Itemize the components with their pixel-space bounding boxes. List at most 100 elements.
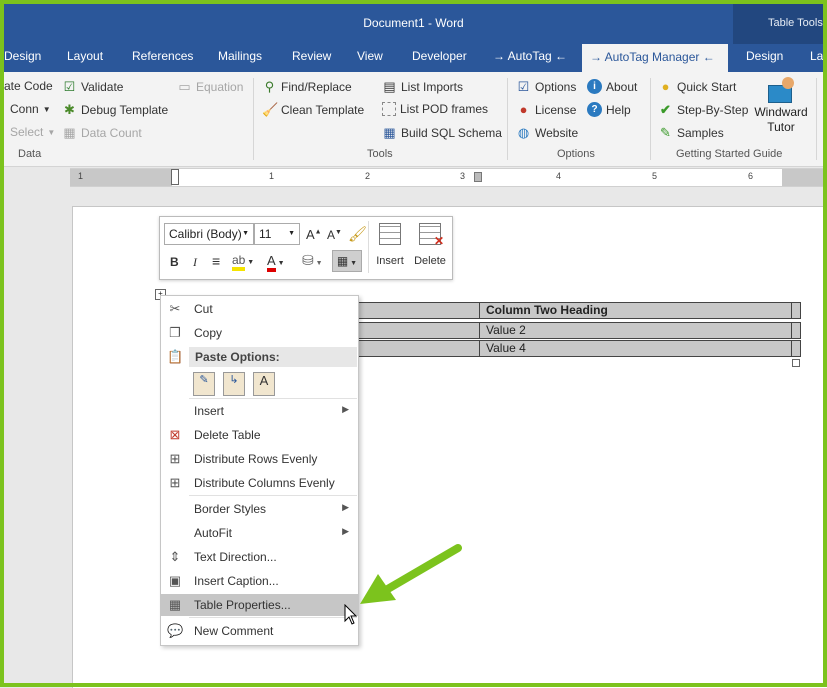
- caption-icon: ▣: [168, 573, 182, 588]
- broom-icon: 🧹: [262, 102, 279, 117]
- website-button[interactable]: ◍ Website: [516, 125, 578, 140]
- select-dropdown[interactable]: Select ▼: [10, 125, 55, 139]
- table-cell[interactable]: [791, 322, 801, 339]
- conn-dropdown[interactable]: Conn ▼: [10, 102, 51, 116]
- samples-button[interactable]: ✎ Samples: [658, 125, 724, 140]
- menu-item-autofit[interactable]: AutoFit ▶: [161, 522, 358, 544]
- delete-table-icon: ⊠: [169, 427, 181, 442]
- paste-keep-formatting-icon[interactable]: ✎: [193, 372, 215, 396]
- annotation-arrow-icon: [360, 544, 462, 604]
- data-count-button[interactable]: ▦ Data Count: [62, 125, 141, 140]
- clean-template-button[interactable]: 🧹 Clean Template: [262, 102, 364, 117]
- shrink-font-icon[interactable]: A▼: [327, 228, 342, 242]
- borders-icon[interactable]: ▦ ▼: [332, 250, 362, 272]
- menu-item-text-direction[interactable]: ⇕ Text Direction...: [161, 546, 358, 568]
- tab-table-design[interactable]: Design: [746, 49, 783, 63]
- table-resize-handle[interactable]: [792, 359, 800, 367]
- tutor-icon: [766, 77, 796, 105]
- windward-tutor-button[interactable]: Windward Tutor: [752, 77, 810, 135]
- indent-marker[interactable]: [171, 169, 179, 185]
- mini-toolbar: Calibri (Body) ▼ 11 ▼ A▲ A▼ 🖌 Insert ✕ Del…: [159, 216, 453, 280]
- clipboard-icon: 📋: [167, 349, 184, 364]
- shading-icon[interactable]: ⛁ ▼: [302, 252, 323, 269]
- table-cell[interactable]: [355, 302, 480, 319]
- find-replace-icon: ⚲: [264, 79, 275, 94]
- menu-item-copy[interactable]: ❐ Copy: [161, 322, 358, 344]
- list-imports-button[interactable]: ▤ List Imports: [382, 79, 463, 94]
- table-cell[interactable]: Value 2: [479, 322, 792, 339]
- quick-start-button[interactable]: ● Quick Start: [658, 79, 737, 94]
- tab-autotag[interactable]: → AutoTag ←: [493, 49, 567, 63]
- menu-item-new-comment[interactable]: 💬 New Comment: [161, 620, 358, 642]
- menu-item-table-properties[interactable]: ▦ Table Properties...: [161, 594, 358, 616]
- tab-review[interactable]: Review: [292, 49, 331, 63]
- help-button[interactable]: ? Help: [587, 102, 631, 117]
- tab-mailings[interactable]: Mailings: [218, 49, 262, 63]
- menu-item-border-styles[interactable]: Border Styles ▶: [161, 498, 358, 520]
- debug-template-button[interactable]: ✱ Debug Template: [62, 102, 168, 117]
- lightbulb-icon: ●: [661, 79, 670, 94]
- equation-button[interactable]: ▭ Equation: [177, 79, 243, 94]
- menu-item-delete-table[interactable]: ⊠ Delete Table: [161, 424, 358, 446]
- distribute-columns-icon: ⊞: [169, 475, 181, 490]
- table-cell[interactable]: Value 4: [479, 340, 792, 357]
- list-pod-frames-button[interactable]: List POD frames: [382, 102, 488, 116]
- grow-font-icon[interactable]: A▲: [306, 227, 322, 242]
- horizontal-ruler[interactable]: 1 1 2 3 4 5 6: [70, 168, 827, 187]
- table-tools-label: Table Tools: [768, 17, 823, 29]
- samples-icon: ✎: [660, 125, 671, 140]
- group-divider: [816, 78, 817, 160]
- table-cell[interactable]: [355, 340, 480, 357]
- context-menu: ✂ Cut ❐ Copy Paste Options: 📋 ✎ ↳ A Insert…: [160, 295, 359, 646]
- tab-autotag-manager[interactable]: → AutoTag Manager ←: [582, 44, 728, 72]
- table-header-cell[interactable]: Column Two Heading: [479, 302, 792, 319]
- tab-layout[interactable]: Layout: [67, 49, 103, 63]
- checkmark-icon: ✔: [660, 102, 671, 117]
- table-cell[interactable]: [791, 302, 801, 319]
- data-count-icon: ▦: [63, 125, 76, 140]
- highlight-color-icon[interactable]: ab ▼: [232, 253, 254, 271]
- menu-item-distribute-columns[interactable]: ⊞ Distribute Columns Evenly: [161, 472, 358, 494]
- data-group-label: Data: [18, 148, 42, 160]
- bug-icon: ✱: [64, 102, 75, 117]
- validate-button[interactable]: ☑ Validate: [62, 79, 124, 94]
- paste-text-only-icon[interactable]: A: [253, 372, 275, 396]
- build-sql-schema-button[interactable]: ▦ Build SQL Schema: [382, 125, 502, 140]
- italic-button[interactable]: I: [193, 255, 197, 270]
- font-size-dropdown[interactable]: 11 ▼: [254, 223, 300, 245]
- create-code-button[interactable]: ate Code: [4, 79, 53, 93]
- tab-table-layout[interactable]: La: [810, 49, 823, 63]
- menu-item-distribute-rows[interactable]: ⊞ Distribute Rows Evenly: [161, 448, 358, 470]
- table-cell[interactable]: [355, 322, 480, 339]
- info-icon: i: [587, 79, 602, 94]
- paste-merge-formatting-icon[interactable]: ↳: [223, 372, 245, 396]
- license-button[interactable]: ● License: [516, 102, 577, 117]
- tab-developer[interactable]: Developer: [412, 49, 467, 63]
- menu-item-cut[interactable]: ✂ Cut: [161, 298, 358, 320]
- schema-icon: ▦: [383, 125, 396, 140]
- table-cell[interactable]: [791, 340, 801, 357]
- font-name-dropdown[interactable]: Calibri (Body) ▼: [164, 223, 254, 245]
- tab-view[interactable]: View: [357, 49, 383, 63]
- step-by-step-button[interactable]: ✔ Step-By-Step: [658, 102, 748, 117]
- group-divider: [650, 78, 651, 160]
- bold-button[interactable]: B: [170, 255, 179, 269]
- insert-button[interactable]: Insert: [373, 223, 407, 267]
- menu-item-insert[interactable]: Insert ▶: [161, 400, 358, 422]
- font-color-icon[interactable]: A ▼: [267, 253, 285, 272]
- options-button[interactable]: ☑ Options: [516, 79, 577, 94]
- chevron-down-icon: ▼: [42, 104, 51, 114]
- frame-icon: [382, 102, 396, 116]
- validate-icon: ☑: [63, 79, 76, 94]
- align-center-icon[interactable]: ≡: [212, 253, 220, 269]
- menu-item-insert-caption[interactable]: ▣ Insert Caption...: [161, 570, 358, 592]
- format-painter-icon[interactable]: 🖌: [348, 225, 367, 243]
- tab-references[interactable]: References: [132, 49, 193, 63]
- tab-design[interactable]: Design: [4, 49, 41, 63]
- about-button[interactable]: i About: [587, 79, 637, 94]
- column-marker[interactable]: [474, 172, 482, 182]
- distribute-rows-icon: ⊞: [169, 451, 181, 466]
- ribbon-tabs: Design Layout References Mailings Review…: [0, 44, 827, 72]
- delete-button[interactable]: ✕ Delete: [412, 223, 448, 267]
- find-replace-button[interactable]: ⚲ Find/Replace: [262, 79, 352, 94]
